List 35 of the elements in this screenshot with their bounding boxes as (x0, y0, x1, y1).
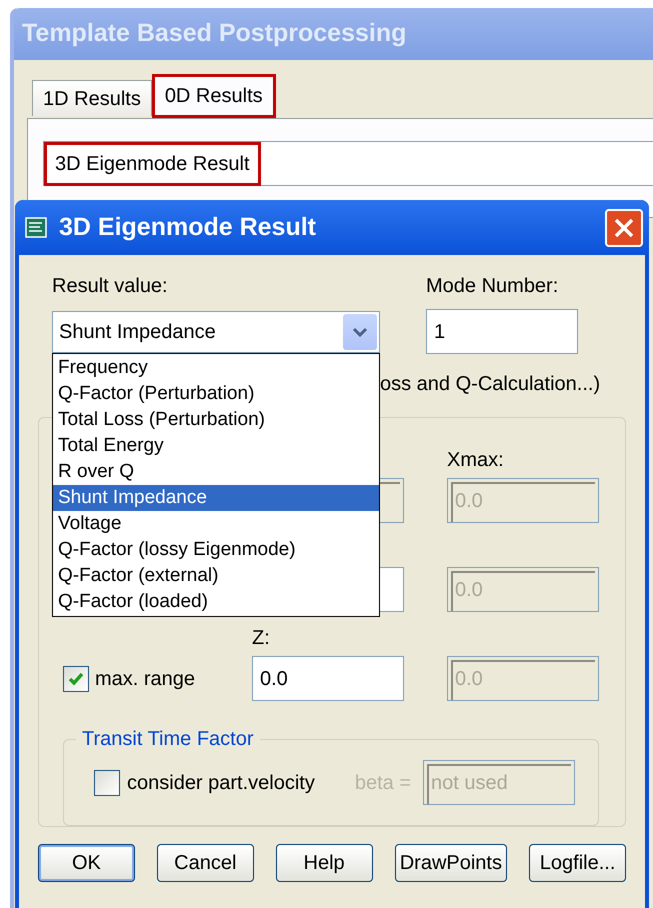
combo-value: 3D Eigenmode Result (44, 142, 261, 186)
axis-label: Xmax: (447, 448, 505, 473)
checkbox-label: consider part.velocity (127, 770, 315, 796)
dialog-title: 3D Eigenmode Result (59, 212, 316, 243)
dropdown-option[interactable]: Total Loss (Perturbation) (53, 407, 379, 433)
dropdown-option[interactable]: Q-Factor (lossy Eigenmode) (53, 537, 379, 563)
template-combo[interactable]: 3D Eigenmode Result (43, 141, 653, 186)
window-title: Template Based Postprocessing (22, 18, 406, 50)
mode-number-label: Mode Number: (426, 274, 560, 299)
mode-number-field[interactable]: 1 (426, 309, 578, 354)
tab[interactable]: 1D Results (32, 80, 152, 116)
dropdown-option[interactable]: R over Q (53, 459, 379, 485)
dialog-button[interactable]: DrawPoints (394, 844, 508, 882)
max-range-label: max. range (95, 666, 196, 692)
dropdown-option[interactable]: Voltage (53, 511, 379, 537)
dropdown-option[interactable]: Q-Factor (loaded) (53, 589, 379, 615)
result-value-label: Result value: (52, 274, 169, 299)
checkbox[interactable] (63, 666, 89, 692)
dropdown-option[interactable]: Q-Factor (Perturbation) (53, 381, 379, 407)
covered-button-text: oss and Q-Calculation...) (380, 372, 602, 397)
checkbox[interactable] (94, 770, 120, 796)
result-value-combo[interactable]: Shunt Impedance (52, 311, 380, 353)
dialog-button[interactable]: Cancel (156, 844, 254, 882)
dialog-button[interactable]: OK (38, 844, 135, 882)
tab[interactable]: 0D Results (152, 74, 276, 118)
dialog-button[interactable]: Logfile... (529, 844, 626, 882)
dropdown-option[interactable]: Shunt Impedance (53, 485, 379, 511)
close-button[interactable] (605, 208, 643, 246)
axis-label: Z: (252, 626, 271, 651)
dropdown-option[interactable]: Total Energy (53, 433, 379, 459)
dialog-button[interactable]: Help (276, 844, 373, 882)
chart-window-icon (25, 216, 49, 240)
dropdown-option[interactable]: Q-Factor (external) (53, 563, 379, 589)
dropdown-option[interactable]: Frequency (53, 355, 379, 381)
min-field[interactable]: 0.0 (252, 656, 404, 701)
